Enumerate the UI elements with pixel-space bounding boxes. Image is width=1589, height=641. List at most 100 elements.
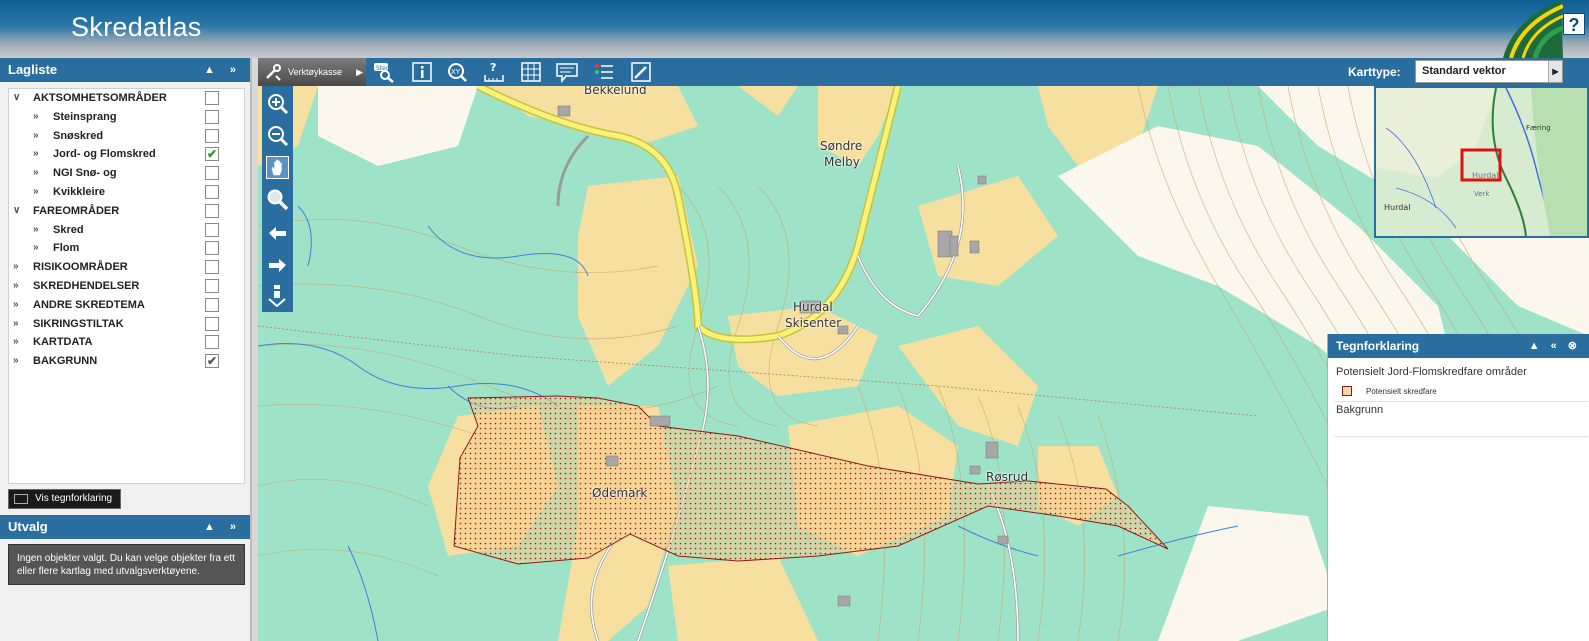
layer-row[interactable]: » Steinsprang — [9, 108, 244, 127]
toolbox-label: Verktøykasse — [288, 67, 343, 77]
layer-row[interactable]: » Jord- og Flomskred ✔ — [9, 145, 244, 164]
layer-row[interactable]: » Skred — [9, 221, 244, 240]
show-legend-label: Vis tegnforklaring — [35, 493, 113, 504]
layer-row[interactable]: » NGI Snø- og — [9, 164, 244, 183]
chevron-right-icon[interactable]: » — [13, 296, 23, 315]
chevron-right-icon[interactable]: » — [33, 127, 43, 146]
panel-controls[interactable]: ▲ « ⊗ — [1529, 334, 1581, 358]
chevron-right-icon[interactable]: » — [33, 145, 43, 164]
layer-checkbox[interactable]: ✔ — [205, 354, 219, 369]
tools-icon — [266, 64, 281, 81]
layer-checkbox[interactable] — [205, 166, 219, 181]
place-hurdal: Hurdal — [793, 300, 833, 314]
layer-row[interactable]: » KARTDATA — [9, 333, 244, 352]
forward-arrow-icon[interactable] — [266, 254, 289, 277]
overview-map[interactable]: Færing Hurdal Verk Hurdal — [1374, 86, 1589, 238]
panel-controls[interactable]: ▲ » — [204, 515, 242, 539]
zoom-out-icon[interactable] — [266, 124, 289, 147]
layer-checkbox[interactable] — [205, 278, 219, 293]
panel-splitter[interactable] — [251, 58, 258, 641]
draw-icon[interactable] — [630, 61, 652, 83]
toolbox-button[interactable]: Verktøykasse ▶ — [258, 58, 366, 86]
place-rosrud: Røsrud — [986, 470, 1029, 484]
list-icon[interactable] — [593, 61, 615, 83]
layer-checkbox[interactable] — [205, 109, 219, 124]
layer-checkbox[interactable] — [205, 260, 219, 275]
chevron-right-icon[interactable]: » — [13, 258, 23, 277]
measure-icon[interactable]: ? — [483, 61, 505, 83]
selection-title: Utvalg — [8, 519, 48, 534]
chevron-right-icon[interactable]: » — [33, 164, 43, 183]
comment-icon[interactable] — [556, 61, 578, 83]
chevron-right-icon[interactable]: » — [33, 183, 43, 202]
app-title: Skredatlas — [71, 12, 202, 42]
layer-label: Skred — [53, 223, 84, 236]
chevron-right-icon[interactable]: » — [13, 352, 23, 371]
layer-row[interactable]: » ANDRE SKREDTEMA — [9, 296, 244, 315]
layer-label: RISIKOOMRÅDER — [33, 261, 128, 274]
layer-label: Jord- og Flomskred — [53, 148, 156, 161]
layer-checkbox[interactable] — [205, 316, 219, 331]
layer-label: NGI Snø- og — [53, 167, 117, 180]
place-odemark: Ødemark — [592, 486, 648, 500]
chevron-right-icon[interactable]: » — [33, 221, 43, 240]
selection-message: Ingen objekter valgt. Du kan velge objek… — [8, 544, 245, 585]
legend-group-hazard: Potensielt Jord-Flomskredfare områder — [1336, 366, 1527, 378]
chevron-right-icon[interactable]: » — [13, 333, 23, 352]
chevron-right-icon[interactable]: » — [33, 108, 43, 127]
layer-checkbox[interactable] — [205, 203, 219, 218]
chevron-down-icon[interactable]: ∨ — [13, 202, 23, 221]
layer-checkbox[interactable] — [205, 241, 219, 256]
layer-row[interactable]: » BAKGRUNN ✔ — [9, 352, 244, 371]
chevron-right-icon[interactable]: » — [13, 277, 23, 296]
layer-label: ANDRE SKREDTEMA — [33, 298, 145, 311]
layer-label: Steinsprang — [53, 110, 117, 123]
place-skisenter: Skisenter — [785, 316, 842, 330]
panel-controls[interactable]: ▲ » — [204, 58, 242, 82]
layer-label: AKTSOMHETSOMRÅDER — [33, 92, 167, 104]
layer-checkbox[interactable] — [205, 222, 219, 237]
karttype-select[interactable]: Standard vektor ▶ — [1415, 60, 1563, 83]
show-legend-button[interactable]: Vis tegnforklaring — [8, 489, 121, 509]
layer-checkbox[interactable]: ✔ — [205, 147, 219, 162]
info-icon[interactable] — [411, 61, 433, 83]
hazard-swatch-icon — [1342, 386, 1352, 396]
layer-label: Snøskred — [53, 129, 104, 142]
svg-text:?: ? — [490, 61, 496, 74]
layer-row[interactable]: » SKREDHENDELSER — [9, 277, 244, 296]
overview-label-verk: Verk — [1474, 190, 1490, 198]
legend-icon — [14, 494, 28, 504]
layer-row[interactable]: » RISIKOOMRÅDER — [9, 258, 244, 277]
layer-label: FAREOMRÅDER — [33, 204, 120, 217]
zoom-in-icon[interactable] — [266, 92, 289, 115]
chevron-down-icon[interactable]: ∨ — [13, 89, 23, 108]
layer-checkbox[interactable] — [205, 91, 219, 105]
grid-icon[interactable] — [520, 61, 542, 83]
karttype-value: Standard vektor — [1422, 65, 1506, 77]
chevron-right-icon[interactable]: » — [13, 315, 23, 334]
layer-checkbox[interactable] — [205, 335, 219, 350]
layer-row[interactable]: » Flom — [9, 239, 244, 258]
zoom-box-icon[interactable] — [266, 188, 289, 211]
layer-label: Kvikkleire — [53, 185, 105, 198]
info-download-icon[interactable] — [266, 284, 289, 307]
layer-checkbox[interactable] — [205, 184, 219, 199]
sted-search-icon[interactable]: Sted — [373, 61, 395, 83]
layer-row[interactable]: ∨ AKTSOMHETSOMRÅDER — [9, 89, 244, 108]
layer-checkbox[interactable] — [205, 297, 219, 312]
layer-checkbox[interactable] — [205, 128, 219, 143]
legend-header: Tegnforklaring ▲ « ⊗ — [1328, 334, 1589, 358]
chevron-right-icon[interactable]: » — [33, 239, 43, 258]
xy-coordinate-icon[interactable]: XY — [446, 61, 468, 83]
help-button[interactable]: ? — [1563, 13, 1585, 35]
pan-hand-icon[interactable] — [266, 156, 289, 179]
legend-title: Tegnforklaring — [1336, 339, 1420, 353]
layer-row[interactable]: » Kvikkleire — [9, 183, 244, 202]
selection-header: Utvalg ▲ » — [0, 515, 250, 539]
layer-row[interactable]: » SIKRINGSTILTAK — [9, 315, 244, 334]
overview-label-hurdal: Hurdal — [1384, 203, 1410, 212]
layer-list-title: Lagliste — [8, 62, 58, 77]
back-arrow-icon[interactable] — [266, 222, 289, 245]
layer-row[interactable]: » Snøskred — [9, 127, 244, 146]
layer-row[interactable]: ∨ FAREOMRÅDER — [9, 202, 244, 221]
